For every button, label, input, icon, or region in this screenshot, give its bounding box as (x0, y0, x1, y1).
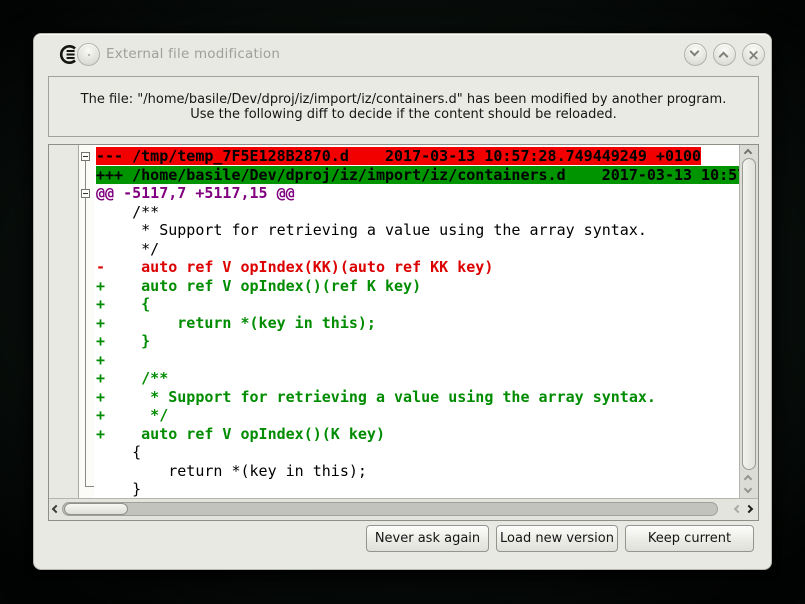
diff-line: } (96, 480, 739, 498)
diff-line-text: return *(key in this); (96, 462, 367, 480)
diff-line-text: + /** (96, 369, 168, 387)
diff-line-text: + * Support for retrieving a value using… (96, 388, 656, 406)
diff-line-text: - auto ref V opIndex(KK)(auto ref KK key… (96, 258, 493, 276)
diff-line: + } (96, 332, 739, 351)
fold-toggle-hunk[interactable] (81, 189, 90, 198)
diff-line: * Support for retrieving a value using t… (96, 221, 739, 240)
desktop-background: External file modification × The file: "… (0, 0, 805, 604)
diff-line: - auto ref V opIndex(KK)(auto ref KK key… (96, 258, 739, 277)
diff-line: + return *(key in this); (96, 314, 739, 333)
diff-line: + { (96, 295, 739, 314)
dialog-button-row: Never ask again Load new version Keep cu… (366, 525, 754, 552)
diff-line: { (96, 443, 739, 462)
message-panel: The file: "/home/basile/Dev/dproj/iz/imp… (48, 76, 759, 137)
vertical-scroll-thumb[interactable] (742, 158, 756, 470)
diff-line: + * Support for retrieving a value using… (96, 388, 739, 407)
window-title: External file modification (106, 46, 280, 62)
chevron-down-icon (690, 47, 700, 57)
fold-line (85, 161, 86, 189)
diff-line-text: + { (96, 295, 150, 313)
diff-code[interactable]: --- /tmp/temp_7F5E128B2870.d 2017-03-13 … (94, 145, 739, 498)
fold-line-end (85, 486, 94, 487)
horizontal-scrollbar[interactable] (49, 498, 758, 520)
diff-line-text: { (96, 443, 141, 461)
diff-line-text: + return *(key in this); (96, 314, 376, 332)
keep-current-button[interactable]: Keep current (625, 525, 754, 552)
titlebar[interactable]: External file modification × (34, 34, 771, 74)
close-icon: × (743, 45, 764, 66)
scroll-down-icon[interactable] (744, 485, 752, 493)
minimize-button[interactable] (684, 43, 707, 66)
app-logo-icon (58, 44, 79, 65)
diff-line-text: + } (96, 332, 150, 350)
diff-line-text: + auto ref V opIndex()(ref K key) (96, 277, 421, 295)
diff-line: + */ (96, 406, 739, 425)
scroll-left-icon[interactable] (52, 505, 60, 513)
diff-line-text: +++ /home/basile/Dev/dproj/iz/import/iz/… (96, 166, 739, 184)
vertical-scrollbar[interactable] (739, 145, 758, 498)
diff-line: return *(key in this); (96, 462, 739, 481)
load-new-version-button[interactable]: Load new version (496, 525, 618, 552)
close-button[interactable]: × (742, 43, 765, 66)
never-ask-again-button[interactable]: Never ask again (366, 525, 489, 552)
scroll-up-icon[interactable] (744, 149, 752, 157)
fold-toggle-file-header[interactable] (81, 152, 90, 161)
diff-line: --- /tmp/temp_7F5E128B2870.d 2017-03-13 … (96, 147, 739, 166)
external-file-modification-dialog: External file modification × The file: "… (33, 33, 772, 570)
diff-line-text: * Support for retrieving a value using t… (96, 221, 647, 239)
diff-line: @@ -5117,7 +5117,15 @@ (96, 184, 739, 203)
message-line-2: Use the following diff to decide if the … (49, 107, 758, 122)
diff-line: + (96, 351, 739, 370)
diff-editor[interactable]: --- /tmp/temp_7F5E128B2870.d 2017-03-13 … (48, 144, 759, 521)
diff-line: +++ /home/basile/Dev/dproj/iz/import/iz/… (96, 166, 739, 185)
diff-editor-viewport[interactable]: --- /tmp/temp_7F5E128B2870.d 2017-03-13 … (49, 145, 758, 498)
diff-line-text: + */ (96, 406, 168, 424)
scroll-left-icon[interactable] (734, 505, 742, 513)
maximize-button[interactable] (713, 43, 736, 66)
diff-line: + auto ref V opIndex()(K key) (96, 425, 739, 444)
diff-line-text: @@ -5117,7 +5117,15 @@ (96, 184, 295, 202)
window-menu-button[interactable] (77, 43, 100, 66)
message-line-1: The file: "/home/basile/Dev/dproj/iz/imp… (49, 92, 758, 107)
diff-line: /** (96, 203, 739, 222)
horizontal-scroll-track[interactable] (62, 502, 718, 516)
fold-line (85, 198, 86, 486)
diff-line-text: */ (96, 240, 159, 258)
diff-line: + /** (96, 369, 739, 388)
diff-line: */ (96, 240, 739, 259)
diff-line-text: /** (96, 203, 159, 221)
horizontal-scroll-thumb[interactable] (64, 503, 128, 515)
scroll-up-icon[interactable] (744, 475, 752, 483)
diff-line: + auto ref V opIndex()(ref K key) (96, 277, 739, 296)
diff-line-text: + (96, 351, 105, 369)
diff-line-text: } (96, 480, 141, 498)
diff-line-text: + auto ref V opIndex()(K key) (96, 425, 385, 443)
diff-line-text: --- /tmp/temp_7F5E128B2870.d 2017-03-13 … (96, 147, 701, 165)
chevron-up-icon (719, 52, 729, 62)
scroll-right-icon[interactable] (745, 505, 753, 513)
